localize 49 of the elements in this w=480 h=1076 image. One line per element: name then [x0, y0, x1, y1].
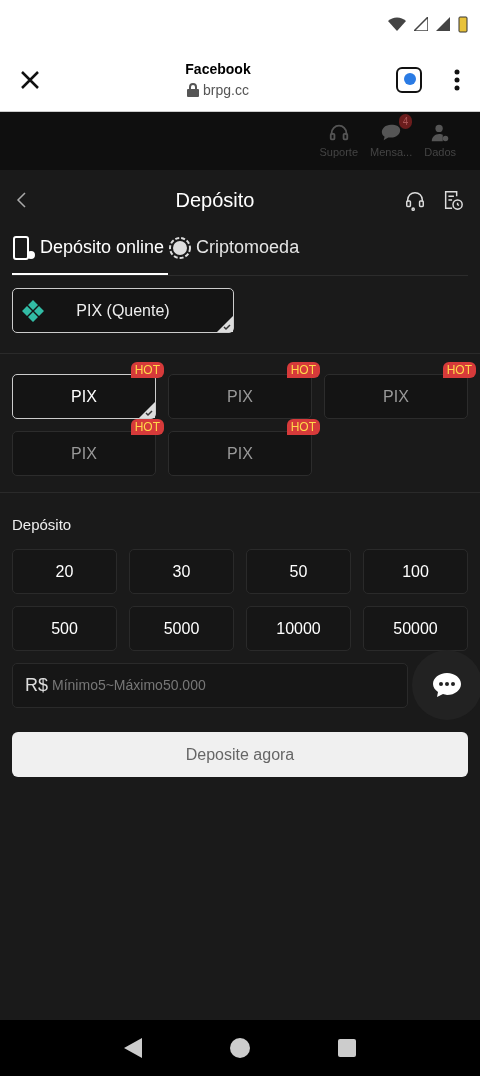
pix-logo-icon [21, 298, 45, 323]
back-icon[interactable] [16, 192, 26, 208]
method-option[interactable]: PIX [12, 431, 156, 476]
hot-badge: HOT [286, 419, 320, 435]
count-badge: 4 [398, 113, 413, 129]
hot-badge: HOT [442, 362, 476, 378]
home-nav-icon[interactable] [230, 1038, 250, 1058]
tab[interactable]: Criptomoeda [168, 230, 304, 275]
check-corner-icon [217, 316, 233, 332]
amount-input[interactable]: Mínimo5~Máximo50.000 [52, 675, 395, 696]
method-option[interactable]: PIX [168, 431, 312, 476]
battery-icon [458, 15, 468, 33]
phone-icon [12, 234, 36, 261]
currency-label: R$ [25, 674, 48, 697]
method-option[interactable]: PIX [324, 374, 468, 419]
hot-badge: HOT [286, 362, 320, 378]
close-icon[interactable] [20, 69, 40, 90]
check-corner-icon [139, 402, 155, 418]
amount-option[interactable]: 50 [246, 549, 351, 594]
more-icon[interactable] [454, 68, 460, 91]
history-icon[interactable] [442, 188, 464, 212]
amount-option[interactable]: 10000 [246, 606, 351, 651]
amount-option[interactable]: 20 [12, 549, 117, 594]
deposit-button[interactable]: Deposite agora [12, 732, 468, 777]
channel-label: PIX (Quente) [75, 300, 171, 321]
amount-option[interactable]: 50000 [363, 606, 468, 651]
wifi-icon [388, 17, 406, 31]
method-option[interactable]: PIX [168, 374, 312, 419]
method-option[interactable]: PIX [12, 374, 156, 419]
amount-option[interactable]: 100 [363, 549, 468, 594]
lock-icon [187, 83, 200, 97]
amount-option[interactable]: 30 [129, 549, 234, 594]
amount-option[interactable]: 5000 [129, 606, 234, 651]
tab[interactable]: Depósito online [12, 230, 169, 275]
back-nav-icon[interactable] [124, 1038, 142, 1058]
coin-icon [168, 235, 193, 260]
chat-icon [432, 672, 462, 698]
app-icon[interactable] [396, 66, 422, 93]
signal-icon [414, 17, 428, 31]
section-title: Depósito [12, 516, 72, 533]
hot-badge: HOT [130, 419, 164, 435]
amount-field[interactable]: R$ Mínimo5~Máximo50.000 [12, 663, 408, 708]
page-title: Facebook [185, 59, 251, 79]
amount-option[interactable]: 500 [12, 606, 117, 651]
signal-icon [436, 17, 450, 31]
screen-title: Depósito [174, 188, 256, 213]
channel-option[interactable]: PIX (Quente) [12, 288, 234, 333]
hot-badge: HOT [130, 362, 164, 378]
url-text: brpg.cc [203, 80, 249, 100]
